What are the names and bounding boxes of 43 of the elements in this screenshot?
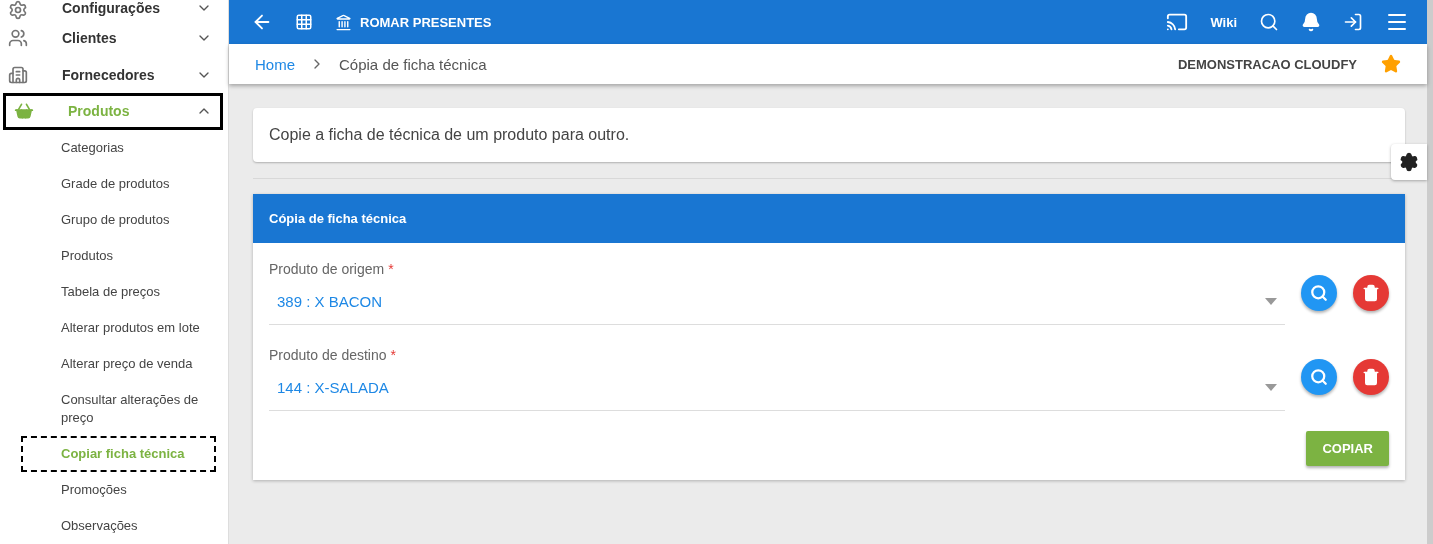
sidebar-item[interactable]: Configurações [0, 0, 220, 20]
sidebar-item[interactable]: Clientes [0, 20, 220, 57]
search-icon [1310, 368, 1328, 386]
login-icon[interactable] [1343, 12, 1363, 32]
submenu-item[interactable]: Consultar alterações de preço [61, 382, 216, 436]
delete-button[interactable] [1353, 359, 1389, 395]
search-button[interactable] [1301, 359, 1337, 395]
submenu-item[interactable]: Grade de produtos [61, 166, 216, 202]
sidebar-item-icon [8, 0, 28, 20]
submenu-item[interactable]: Tabela de preços [61, 274, 216, 310]
select-field[interactable]: Produto de origem * 389 : X BACON [269, 243, 1285, 325]
sidebar-item-icon [8, 28, 28, 49]
submenu-item[interactable]: Produtos [61, 238, 216, 274]
description-text: Copie a ficha de técnica de um produto para outro. [253, 108, 1405, 162]
submenu-item[interactable]: Promoções [61, 472, 216, 508]
search-button[interactable] [1301, 275, 1337, 311]
grid-icon[interactable] [295, 13, 313, 31]
breadcrumb-current: Cópia de ficha técnica [339, 55, 487, 73]
search-icon [1310, 284, 1328, 302]
cast-icon[interactable] [1166, 11, 1189, 33]
sidebar-item[interactable]: Fornecedores [0, 56, 220, 93]
dropdown-caret-icon [1265, 298, 1277, 305]
sidebar-item-icon [8, 64, 28, 85]
submenu-item[interactable]: Categorias [61, 130, 216, 166]
trash-icon [1362, 284, 1380, 302]
company-name: ROMAR PRESENTES [360, 14, 492, 30]
select-field[interactable]: Produto de destino * 144 : X-SALADA [269, 325, 1285, 411]
trash-icon [1362, 368, 1380, 386]
search-icon[interactable] [1259, 12, 1279, 32]
bank-icon[interactable] [335, 13, 352, 31]
breadcrumb-link[interactable]: Home [255, 55, 295, 73]
submenu-item[interactable]: Alterar preço de venda [61, 346, 216, 382]
delete-button[interactable] [1353, 275, 1389, 311]
submenu-item[interactable]: Alterar produtos em lote [61, 310, 216, 346]
settings-icon[interactable] [1391, 144, 1427, 180]
account-name: DEMONSTRACAO CLOUDFY [1177, 56, 1357, 72]
bell-icon[interactable] [1301, 12, 1321, 32]
dropdown-caret-icon [1265, 384, 1277, 391]
submenu-item[interactable]: Grupo de produtos [61, 202, 216, 238]
submenu-item[interactable]: Observações [61, 508, 216, 544]
wiki-link[interactable]: Wiki [1210, 14, 1237, 30]
card-title: Cópia de ficha técnica [253, 194, 1405, 243]
star-icon[interactable] [1381, 54, 1401, 74]
